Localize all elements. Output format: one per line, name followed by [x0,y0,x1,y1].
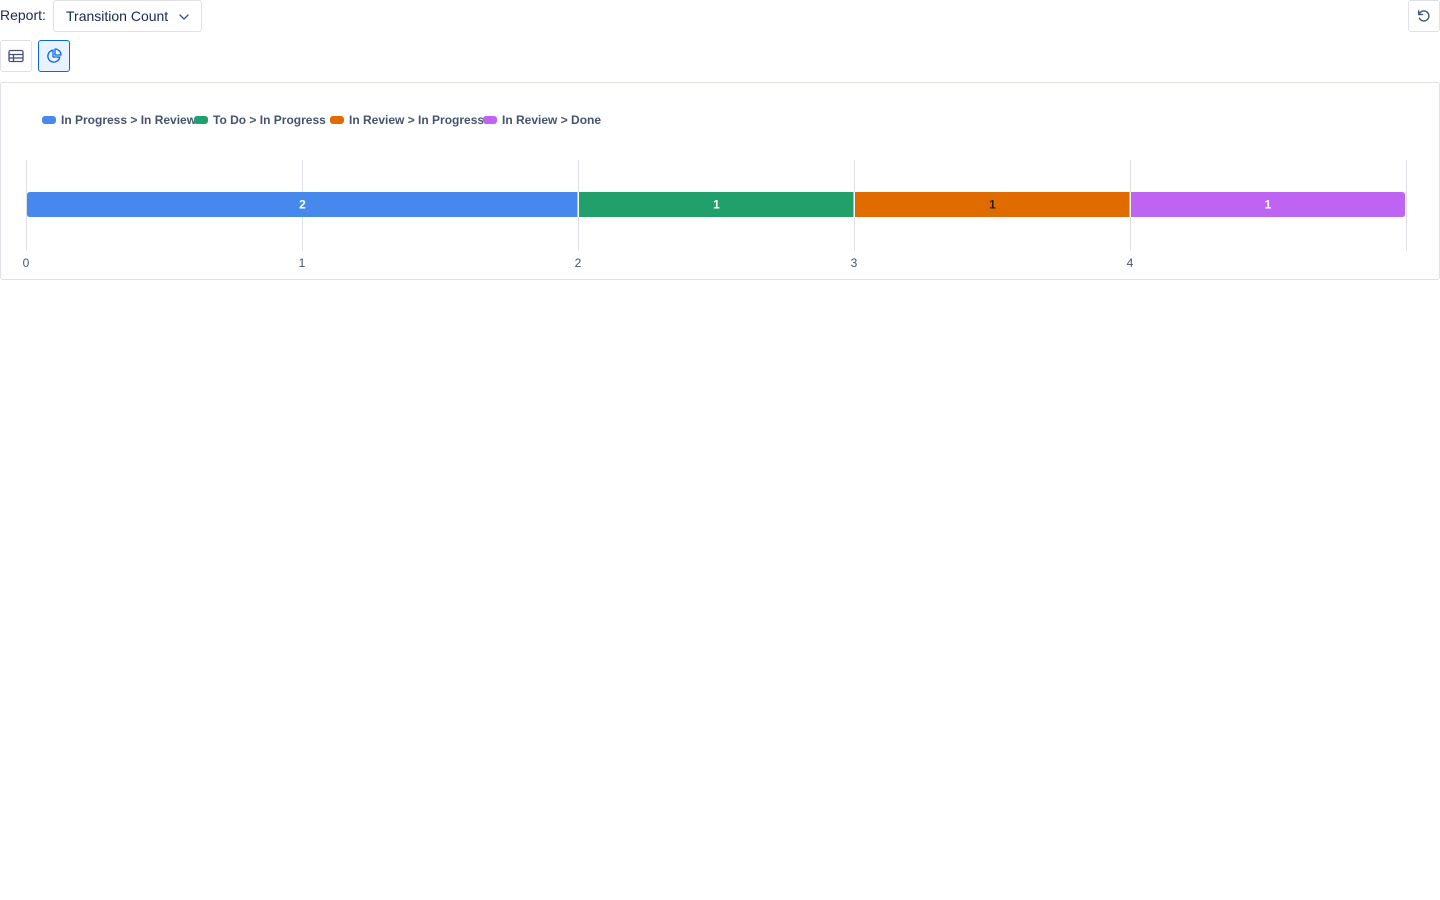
x-tick-label: 0 [23,256,30,270]
refresh-icon [1417,10,1430,22]
bar-value-label: 1 [713,198,720,212]
x-tick-label: 2 [575,256,582,270]
bar-value-label: 2 [299,198,306,212]
report-toolbar: Report: Transition Count [0,0,1440,34]
x-tick-label: 3 [851,256,858,270]
chart-view-button[interactable] [38,40,70,72]
x-tick-label: 1 [299,256,306,270]
report-select[interactable]: Transition Count [53,0,202,32]
bar-value-label: 1 [989,198,996,212]
chart-panel: In Progress > In Review To Do > In Progre… [0,82,1440,280]
table-view-button[interactable] [0,40,32,72]
chevron-down-icon [179,14,189,20]
report-select-value: Transition Count [66,8,169,24]
report-label: Report: [0,7,46,23]
bar-value-label: 1 [1265,198,1272,212]
refresh-button[interactable] [1408,0,1440,32]
x-tick-label: 4 [1127,256,1134,270]
stacked-bar-chart: 2 1 1 1 0 1 2 3 4 [23,160,1407,270]
table-icon [8,49,24,63]
pie-chart-icon [47,48,62,63]
